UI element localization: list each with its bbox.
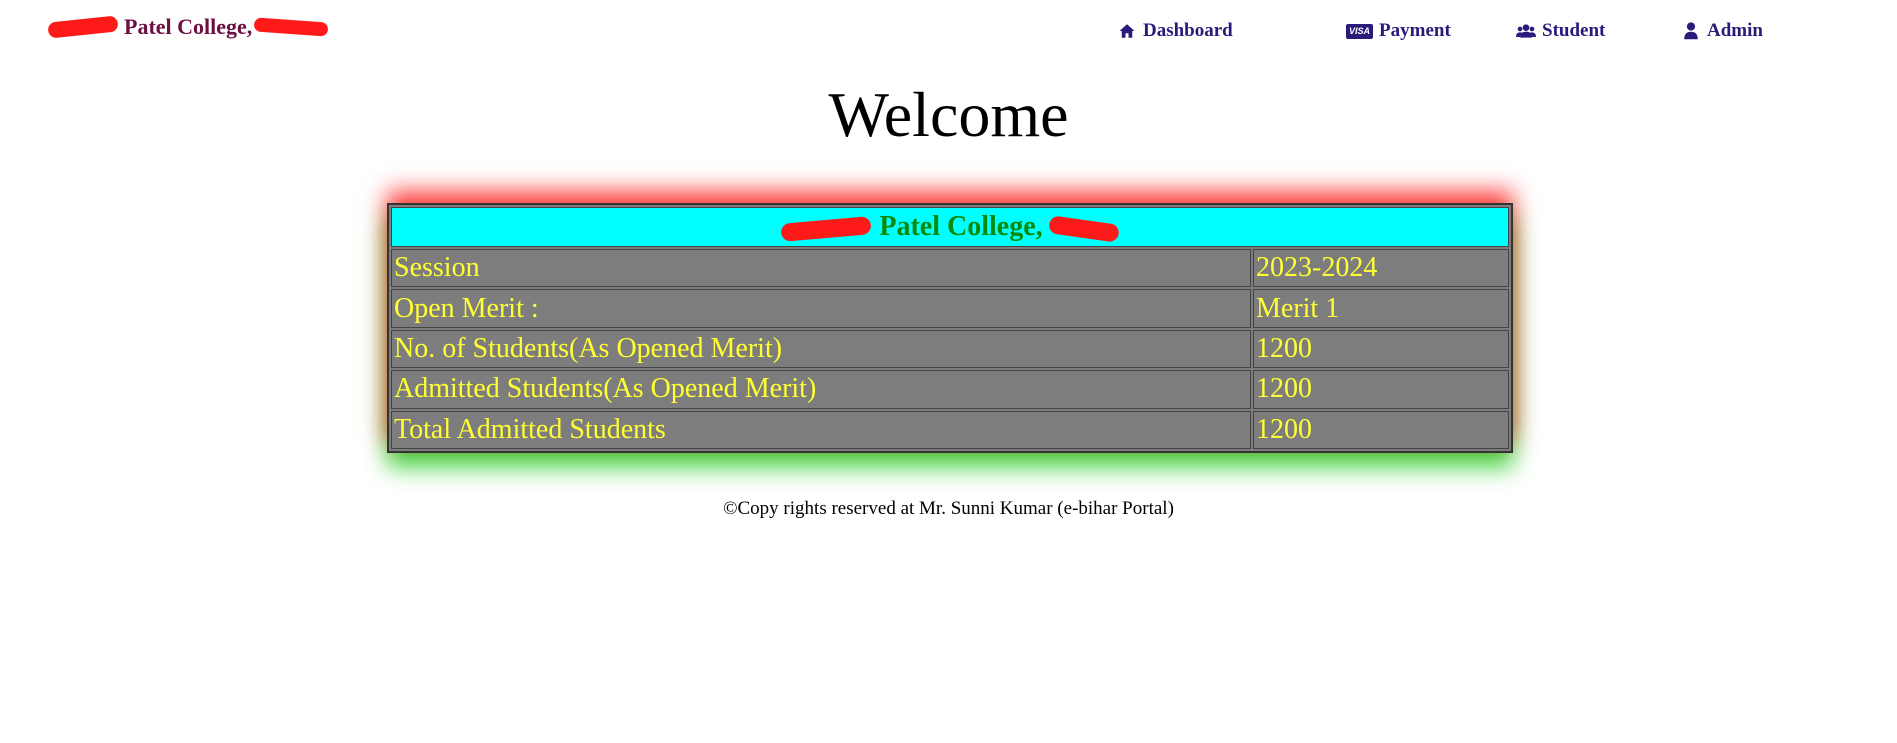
info-table-container: Patel College, Session 2023-2024 Open Me…: [387, 203, 1513, 453]
row-value: 1200: [1253, 329, 1509, 369]
nav-dashboard-label: Dashboard: [1143, 20, 1233, 41]
row-value: Merit 1: [1253, 289, 1509, 328]
table-row: Session 2023-2024: [391, 249, 1509, 288]
user-icon: [1681, 21, 1701, 41]
redaction-mark: [253, 17, 329, 37]
table-row: No. of Students(As Opened Merit) 1200: [391, 329, 1509, 369]
nav-student-label: Student: [1542, 20, 1606, 41]
brand-name: Patel College,: [124, 14, 253, 39]
row-value: 1200: [1253, 410, 1509, 449]
table-row: Total Admitted Students 1200: [391, 410, 1509, 449]
nav-payment-link[interactable]: VISA Payment: [1346, 20, 1451, 42]
nav-student-link[interactable]: Student: [1516, 20, 1605, 42]
table-caption-row: Patel College,: [391, 207, 1509, 247]
visa-card-icon: VISA: [1346, 23, 1374, 39]
nav-dashboard-link[interactable]: Dashboard: [1117, 20, 1233, 42]
table-caption-text: Patel College,: [879, 211, 1043, 242]
row-label: Total Admitted Students: [391, 410, 1251, 449]
nav-admin-link[interactable]: Admin: [1681, 20, 1763, 42]
row-label: Admitted Students(As Opened Merit): [391, 370, 1251, 409]
redaction-mark: [47, 15, 119, 39]
table-caption: Patel College,: [391, 207, 1509, 247]
row-label: Open Merit :: [391, 289, 1251, 328]
copyright-footer: ©Copy rights reserved at Mr. Sunni Kumar…: [723, 498, 1174, 519]
row-value: 2023-2024: [1253, 249, 1509, 288]
redaction-mark: [1047, 214, 1120, 243]
page: Patel College, Dashboard VISA Payment St…: [0, 0, 1897, 743]
nav-payment-label: Payment: [1379, 20, 1451, 41]
redaction-mark: [780, 215, 872, 242]
page-title: Welcome: [828, 79, 1069, 150]
table-row: Admitted Students(As Opened Merit) 1200: [391, 370, 1509, 409]
users-icon: [1516, 21, 1536, 41]
row-label: Session: [391, 249, 1251, 288]
brand-logo-text[interactable]: Patel College,: [47, 10, 329, 44]
table-row: Open Merit : Merit 1: [391, 289, 1509, 328]
college-info-table: Patel College, Session 2023-2024 Open Me…: [387, 203, 1513, 453]
row-label: No. of Students(As Opened Merit): [391, 329, 1251, 369]
nav-admin-label: Admin: [1707, 20, 1763, 41]
home-icon: [1117, 21, 1137, 41]
row-value: 1200: [1253, 370, 1509, 409]
